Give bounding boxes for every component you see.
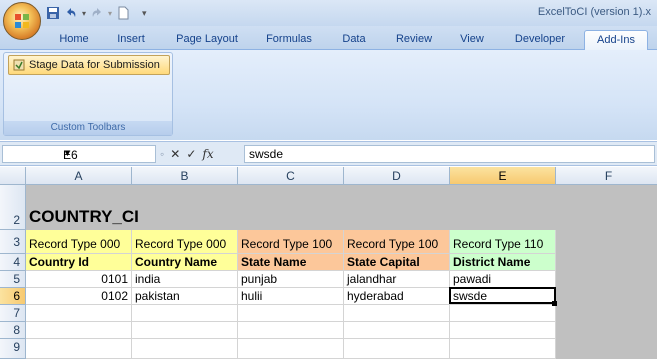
cell-b8[interactable] [132,322,238,339]
name-box[interactable]: E6 ▼ [2,145,156,163]
tab-developer[interactable]: Developer [506,30,574,50]
tab-data[interactable]: Data [334,30,374,50]
enter-icon[interactable]: ✓ [186,147,196,161]
cell-d3[interactable]: Record Type 100 [344,230,450,254]
quick-access-toolbar: ▾ ▾ ▾ [46,4,147,22]
row-header-6[interactable]: 6 [0,288,26,305]
tab-formulas[interactable]: Formulas [258,30,320,50]
sheet-title[interactable]: COUNTRY_CI [26,205,226,229]
cell-a4[interactable]: Country Id [26,254,132,271]
custom-toolbars-group: Stage Data for Submission Custom Toolbar… [3,52,173,136]
customize-toolbar-icon[interactable]: ▾ [142,8,147,19]
redo-icon[interactable] [90,6,104,20]
stage-data-icon [13,59,25,71]
row-header-4[interactable]: 4 [0,254,26,271]
ribbon-tabs: Home Insert Page Layout Formulas Data Re… [0,26,657,51]
cell-a7[interactable] [26,305,132,322]
cell-a9[interactable] [26,339,132,359]
column-header-b[interactable]: B [132,167,238,185]
group-caption: Custom Toolbars [4,121,172,135]
stage-data-label: Stage Data for Submission [29,59,160,71]
cell-d7[interactable] [344,305,450,322]
cell-c3[interactable]: Record Type 100 [238,230,344,254]
column-header-d[interactable]: D [344,167,450,185]
row-header-2[interactable]: 2 [0,185,26,230]
cancel-icon[interactable]: ✕ [170,147,180,161]
cell-c5[interactable]: punjab [238,271,344,288]
office-button[interactable] [3,2,41,40]
new-document-icon[interactable] [116,6,130,20]
row-header-8[interactable]: 8 [0,322,26,339]
cell-e9[interactable] [450,339,556,359]
insert-function-icon[interactable]: fx [202,147,213,161]
formula-input[interactable]: swsde [244,145,655,163]
cell-d5[interactable]: jalandhar [344,271,450,288]
undo-dropdown-icon[interactable]: ▾ [82,9,86,18]
gray-area-right [556,185,657,359]
formula-bar: E6 ▼ ◦ ✕ ✓ fx swsde [0,141,657,166]
cell-c4[interactable]: State Name [238,254,344,271]
tab-insert[interactable]: Insert [108,30,154,50]
undo-icon[interactable] [64,6,78,20]
select-all-corner[interactable] [0,167,26,185]
tab-page-layout[interactable]: Page Layout [168,30,246,50]
column-header-a[interactable]: A [26,167,132,185]
row-header-5[interactable]: 5 [0,271,26,288]
cell-c6[interactable]: hulii [238,288,344,305]
cell-c8[interactable] [238,322,344,339]
cell-a8[interactable] [26,322,132,339]
fill-handle[interactable] [552,301,557,306]
formula-controls: ◦ ✕ ✓ fx [160,145,242,163]
cell-e6[interactable]: swsde [450,288,556,305]
cell-e7[interactable] [450,305,556,322]
column-header-f[interactable]: F [556,167,657,185]
cell-e5[interactable]: pawadi [450,271,556,288]
tab-view[interactable]: View [452,30,492,50]
row-header-3[interactable]: 3 [0,230,26,254]
stage-data-button[interactable]: Stage Data for Submission [8,55,170,75]
cell-d8[interactable] [344,322,450,339]
cell-a5[interactable]: 0101 [26,271,132,288]
cell-b9[interactable] [132,339,238,359]
cell-b7[interactable] [132,305,238,322]
cell-d6[interactable]: hyderabad [344,288,450,305]
cell-e8[interactable] [450,322,556,339]
column-header-c[interactable]: C [238,167,344,185]
cell-d9[interactable] [344,339,450,359]
cell-a6[interactable]: 0102 [26,288,132,305]
office-logo-icon [15,14,29,28]
save-icon[interactable] [46,6,60,20]
column-header-e[interactable]: E [450,167,556,185]
tab-review[interactable]: Review [388,30,440,50]
tab-home[interactable]: Home [50,30,98,50]
redo-dropdown-icon[interactable]: ▾ [108,9,112,18]
window-title: ExcelToCI (version 1).x [537,6,651,18]
cell-a3[interactable]: Record Type 000 [26,230,132,254]
cell-e3[interactable]: Record Type 110 [450,230,556,254]
cell-c9[interactable] [238,339,344,359]
cell-e4[interactable]: District Name [450,254,556,271]
cell-b5[interactable]: india [132,271,238,288]
tab-add-ins[interactable]: Add-Ins [584,30,648,51]
cell-b6[interactable]: pakistan [132,288,238,305]
cell-b3[interactable]: Record Type 000 [132,230,238,254]
row-header-9[interactable]: 9 [0,339,26,359]
row-header-7[interactable]: 7 [0,305,26,322]
expand-handle-icon[interactable]: ◦ [160,147,164,161]
cell-c7[interactable] [238,305,344,322]
cell-d4[interactable]: State Capital [344,254,450,271]
name-box-dropdown-icon[interactable]: ▼ [63,148,151,158]
cell-b4[interactable]: Country Name [132,254,238,271]
